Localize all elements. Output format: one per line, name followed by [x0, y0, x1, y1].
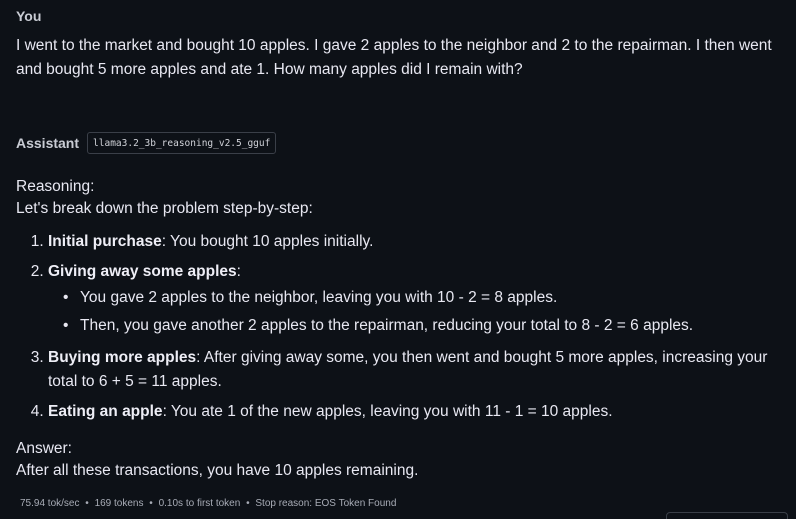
- step-text: : You ate 1 of the new apples, leaving y…: [162, 403, 613, 420]
- step-item: Giving away some apples: You gave 2 appl…: [48, 260, 786, 340]
- step-item: Initial purchase: You bought 10 apples i…: [48, 230, 786, 254]
- step-title: Giving away some apples: [48, 263, 237, 280]
- separator-dot: •: [149, 498, 153, 509]
- answer-text: After all these transactions, you have 1…: [16, 462, 419, 479]
- step-text: :: [236, 263, 241, 280]
- assistant-message: Reasoning: Let's break down the problem …: [16, 176, 786, 482]
- sub-list: You gave 2 apples to the neighbor, leavi…: [48, 284, 786, 340]
- answer-block: Answer: After all these transactions, yo…: [16, 438, 786, 482]
- reasoning-label: Reasoning:: [16, 178, 95, 195]
- step-title: Initial purchase: [48, 233, 162, 250]
- sub-list-item: You gave 2 apples to the neighbor, leavi…: [63, 284, 786, 312]
- assistant-role-label: Assistant: [16, 135, 80, 151]
- user-role-label: You: [16, 8, 42, 24]
- separator-dot: •: [85, 498, 89, 509]
- steps-list: Initial purchase: You bought 10 apples i…: [16, 230, 786, 424]
- user-message: You I went to the market and bought 10 a…: [16, 8, 786, 82]
- sub-list-item: Then, you gave another 2 apples to the r…: [63, 312, 786, 340]
- stop-reason: Stop reason: EOS Token Found: [255, 498, 397, 509]
- user-message-text[interactable]: I went to the market and bought 10 apple…: [16, 34, 786, 82]
- separator-dot: •: [246, 498, 250, 509]
- step-item: Eating an apple: You ate 1 of the new ap…: [48, 400, 786, 424]
- message-actions-box[interactable]: [666, 512, 788, 519]
- step-item: Buying more apples: After giving away so…: [48, 346, 786, 394]
- step-title: Buying more apples: [48, 349, 197, 366]
- step-text: : You bought 10 apples initially.: [161, 233, 374, 250]
- generation-stats: 75.94 tok/sec • 169 tokens • 0.10s to fi…: [20, 498, 396, 509]
- assistant-header: Assistant llama3.2_3b_reasoning_v2.5_ggu…: [16, 132, 277, 154]
- token-count: 169 tokens: [94, 498, 144, 509]
- model-badge[interactable]: llama3.2_3b_reasoning_v2.5_gguf: [87, 132, 277, 154]
- intro-text: Let's break down the problem step-by-ste…: [16, 200, 313, 217]
- time-to-first-token: 0.10s to first token: [158, 498, 241, 509]
- answer-label: Answer:: [16, 440, 72, 457]
- step-title: Eating an apple: [48, 403, 163, 420]
- tokens-per-sec: 75.94 tok/sec: [20, 498, 80, 509]
